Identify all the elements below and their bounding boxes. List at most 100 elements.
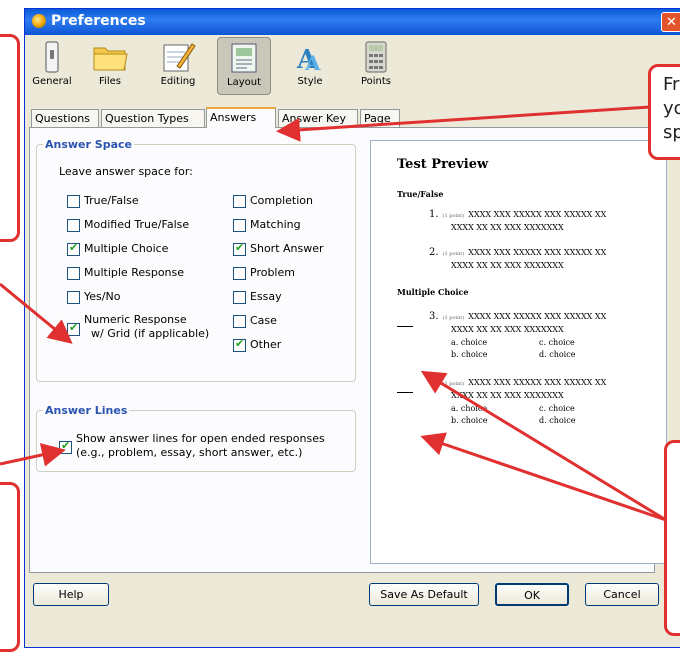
choice: b. choice [451,350,488,359]
question-text: XXXX XXX XXXXX XXX XXXXX XX [468,312,607,321]
checkbox-label: Case [250,314,277,327]
question-number: 1. [429,209,439,220]
checkbox-label-line1: Numeric Response [84,313,187,326]
answers-panel: Answer Space Leave answer space for: Tru… [29,127,667,573]
window-title: Preferences [51,13,146,29]
choice: d. choice [539,416,576,425]
checkbox-box: ✔ [233,241,246,256]
answer-space-legend: Answer Space [45,138,132,151]
question-points: (1 point) [442,315,465,321]
preview-section-heading: True/False [397,189,444,199]
callout-box-left-top [0,34,20,242]
tab-page[interactable]: Page [360,109,400,127]
question-text: XXXX XXX XXXXX XXX XXXXX XX [468,378,607,387]
toolbar-layout-button[interactable]: Layout [217,37,271,95]
checkbox-box [67,291,80,304]
question-points: (1 point) [442,213,465,219]
ok-button[interactable]: OK [495,583,569,606]
answer-lines-legend: Answer Lines [45,404,128,417]
tab-answer-key[interactable]: Answer Key [278,109,358,127]
toolbar-style-button[interactable]: A A Style [283,37,337,95]
toolbar-style-label: Style [297,76,323,87]
checkbox-label: Completion [250,194,314,207]
checkbox-box [233,219,246,232]
checkbox-box [233,195,246,208]
question-text: XXXX XXX XXXXX XXX XXXXX XX [468,248,607,257]
preferences-window: Preferences ✕ General Files Editing Layo… [24,8,680,648]
checkbox-box: ✔ [233,337,246,352]
checkbox-label: Matching [250,218,301,231]
checkbox-label: Yes/No [84,290,121,303]
toolbar-general-button[interactable]: General [25,37,79,95]
toolbar-general-label: General [32,76,72,87]
checkbox-box [67,219,80,232]
callout-box-bottom-right [664,440,680,636]
preview-question: 1. (1 point) XXXX XXX XXXXX XXX XXXXX XX [429,209,606,220]
answer-space-group: Answer Space Leave answer space for: Tru… [36,138,356,382]
notepad-pencil-icon [163,43,196,72]
toolbar-editing-label: Editing [160,76,196,87]
checkbox-box [233,315,246,328]
svg-text:A: A [304,51,321,74]
toolbar-editing-button[interactable]: Editing [151,37,205,95]
checkbox-label: Problem [250,266,295,279]
question-points: (1 point) [442,381,465,387]
checkbox-box [67,195,80,208]
calculator-icon [365,41,387,73]
toolbar-files-button[interactable]: Files [83,37,137,95]
choice: c. choice [539,404,575,413]
checkbox-label: Short Answer [250,242,324,255]
checkbox-label: True/False [84,194,139,207]
folder-icon [93,47,128,71]
preview-title: Test Preview [397,157,489,172]
callout-box-left-bottom [0,482,20,652]
answer-lines-group: Answer Lines ✔ Show answer lines for ope… [36,404,356,472]
preview-section-heading: Multiple Choice [397,287,469,297]
checkbox-label: Essay [250,290,282,303]
answer-space-intro: Leave answer space for: [59,165,193,178]
question-text-line2: XXXX XX XX XXX XXXXXXX [451,223,564,232]
close-button[interactable]: ✕ [661,12,680,32]
check-mark-icon: ✔ [61,439,71,452]
question-number: 3. [429,311,439,322]
checkbox-box: ✔ [59,439,72,454]
checkbox-box [67,267,80,280]
test-preview-pane: Test Preview True/False 1. (1 point) XXXX … [370,140,667,564]
question-text: XXXX XXX XXXXX XXX XXXXX XX [468,210,607,219]
choice: a. choice [451,404,488,413]
choice: a. choice [451,338,488,347]
callout-text-line3: sp [663,122,680,143]
checkbox-box [233,267,246,280]
choice: b. choice [451,416,488,425]
choice: c. choice [539,338,575,347]
checkbox-label: Modified True/False [84,218,190,231]
question-number: 2. [429,247,439,258]
checkbox-box [233,291,246,304]
checkbox-label-line1: Show answer lines for open ended respons… [76,432,325,445]
tab-questions[interactable]: Questions [31,109,99,127]
cancel-button[interactable]: Cancel [585,583,659,606]
callout-text-line2: yo [663,98,680,119]
tab-answers[interactable]: Answers [206,107,276,128]
answer-blank-line [397,325,413,327]
checkbox-label-line2: w/ Grid (if applicable) [91,327,210,340]
toolbar-files-label: Files [99,76,121,87]
tab-question-types[interactable]: Question Types [101,109,205,127]
title-bar[interactable]: Preferences ✕ [25,9,680,35]
checkbox-label: Other [250,338,282,351]
checkbox-box: ✔ [67,321,80,336]
toolbar-points-label: Points [360,76,392,87]
save-as-default-button[interactable]: Save As Default [369,583,479,606]
check-mark-icon: ✔ [69,321,79,334]
question-number: 4. [429,377,439,388]
check-mark-icon: ✔ [235,241,245,254]
help-button[interactable]: Help [33,583,109,606]
toolbar-points-button[interactable]: Points [349,37,403,95]
font-style-icon: A A [296,45,321,74]
answer-blank-line [397,391,413,393]
checkbox-label: Multiple Response [84,266,185,279]
layout-icon [231,43,257,73]
preview-question: 4. (1 point) XXXX XXX XXXXX XXX XXXXX XX [429,377,606,388]
question-points: (1 point) [442,251,465,257]
callout-box-top-right: Fr yo sp [648,64,680,160]
